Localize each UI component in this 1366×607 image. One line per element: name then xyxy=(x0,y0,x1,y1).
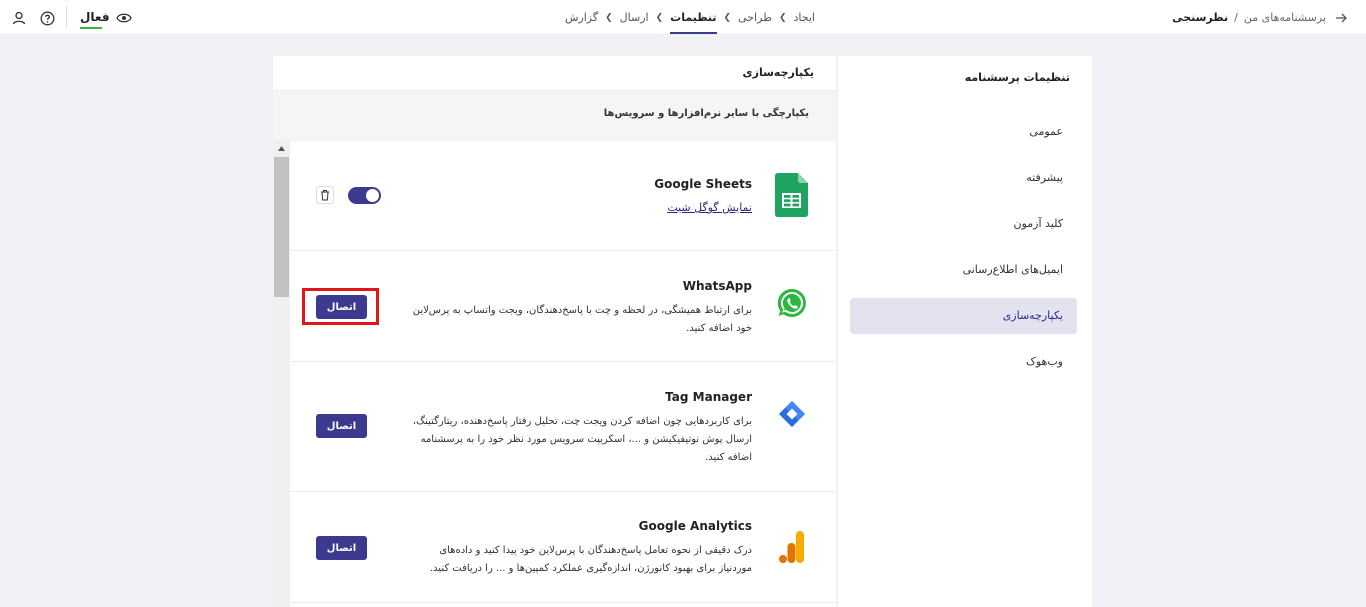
google-sheets-toggle[interactable] xyxy=(348,187,381,204)
toggle-knob xyxy=(366,189,379,202)
integration-list: Google Sheets نمایش گوگل شیت WhatsApp بر… xyxy=(290,140,836,607)
panel-header: یکپارچه‌سازی xyxy=(273,56,836,91)
header-divider xyxy=(66,6,67,28)
sidebar-item-general[interactable]: عمومی xyxy=(850,114,1077,150)
integration-row-tag-manager: Tag Manager برای کاربردهایی چون اضافه کر… xyxy=(290,362,836,492)
google-sheets-icon xyxy=(772,173,812,217)
chevron-left-icon: ❮ xyxy=(655,12,664,23)
help-icon[interactable] xyxy=(38,9,56,27)
whatsapp-icon xyxy=(772,281,812,325)
trash-icon[interactable] xyxy=(316,186,334,204)
breadcrumb-root[interactable]: پرسشنامه‌های من xyxy=(1244,11,1326,24)
step-navigation: ایجاد ❮ طراحی ❮ تنظیمات ❮ ارسال ❮ گزارش xyxy=(560,0,820,35)
sidebar-item-answer-key[interactable]: کلید آزمون xyxy=(850,206,1077,242)
scrollbar[interactable] xyxy=(273,140,290,607)
breadcrumb: پرسشنامه‌های من / نظرسنجی xyxy=(1172,0,1326,35)
integration-row-google-sheets: Google Sheets نمایش گوگل شیت xyxy=(290,140,836,251)
chevron-left-icon: ❮ xyxy=(778,12,787,23)
sidebar-item-notification-emails[interactable]: ایمیل‌های اطلاع‌رسانی xyxy=(850,252,1077,288)
status-indicator xyxy=(80,27,102,29)
connect-whatsapp-button[interactable]: اتصال xyxy=(316,295,367,319)
step-create[interactable]: ایجاد xyxy=(794,0,815,35)
integration-row-google-analytics: Google Analytics درک دقیقی از نحوه تعامل… xyxy=(290,492,836,603)
panel-title: یکپارچه‌سازی xyxy=(742,66,814,79)
settings-sidebar: تنظیمات پرسشنامه عمومی پیشرفته کلید آزمو… xyxy=(838,56,1092,607)
sidebar-item-webhook[interactable]: وب‌هوک xyxy=(850,344,1077,380)
eye-icon[interactable] xyxy=(115,9,133,27)
scroll-up-arrow-icon[interactable] xyxy=(273,140,290,157)
integration-title: Google Analytics xyxy=(638,519,752,533)
tag-manager-icon xyxy=(772,392,812,436)
google-analytics-icon xyxy=(772,525,812,569)
sidebar-item-advanced[interactable]: پیشرفته xyxy=(850,160,1077,196)
scrollbar-thumb[interactable] xyxy=(274,157,289,297)
integration-title: WhatsApp xyxy=(682,279,752,293)
sidebar-item-integration[interactable]: یکپارچه‌سازی xyxy=(850,298,1077,334)
user-icon[interactable] xyxy=(10,9,28,27)
panel-subtitle: یکپارچگی با سایر نرم‌افزارها و سرویس‌ها xyxy=(603,108,809,119)
integration-title: Tag Manager xyxy=(665,390,752,404)
integration-title: Google Sheets xyxy=(654,177,752,191)
step-design[interactable]: طراحی xyxy=(738,0,772,35)
step-send[interactable]: ارسال xyxy=(620,0,649,35)
arrow-right-icon[interactable] xyxy=(1334,9,1348,27)
step-report[interactable]: گزارش xyxy=(565,0,598,35)
status-label: فعال xyxy=(80,10,110,24)
breadcrumb-separator: / xyxy=(1234,11,1238,24)
view-google-sheet-link[interactable]: نمایش گوگل شیت xyxy=(667,201,752,214)
step-settings[interactable]: تنظیمات xyxy=(670,0,717,35)
connect-google-analytics-button[interactable]: اتصال xyxy=(316,536,367,560)
integration-description: برای ارتباط همیشگی، در لحظه و چت با پاسخ… xyxy=(412,305,752,334)
panel-subheader: یکپارچگی با سایر نرم‌افزارها و سرویس‌ها xyxy=(273,91,836,141)
breadcrumb-current: نظرسنجی xyxy=(1172,11,1229,24)
chevron-left-icon: ❮ xyxy=(605,12,613,23)
integration-panel: یکپارچه‌سازی یکپارچگی با سایر نرم‌افزاره… xyxy=(273,56,836,607)
connect-tag-manager-button[interactable]: اتصال xyxy=(316,414,367,438)
chevron-left-icon: ❮ xyxy=(723,12,732,23)
sidebar-title: تنظیمات پرسشنامه xyxy=(964,71,1070,84)
integration-row-whatsapp: WhatsApp برای ارتباط همیشگی، در لحظه و چ… xyxy=(290,251,836,362)
top-bar: فعال ایجاد ❮ طراحی ❮ تنظیمات ❮ ارسال ❮ گ… xyxy=(0,0,1366,35)
integration-description: برای کاربردهایی چون اضافه کردن ویجت چت، … xyxy=(412,416,752,463)
integration-description: درک دقیقی از نحوه تعامل پاسخ‌دهندگان با … xyxy=(429,545,752,574)
